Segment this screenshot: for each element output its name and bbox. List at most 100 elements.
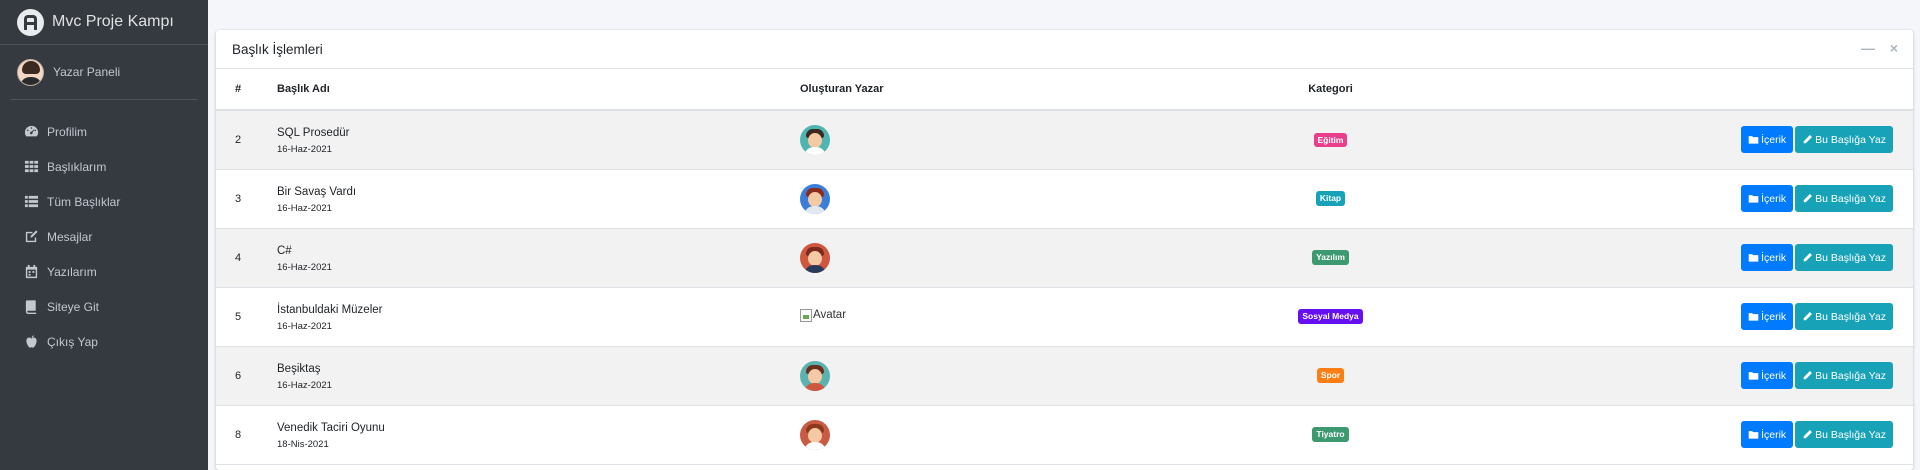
sidebar-item-label: Çıkış Yap — [47, 334, 98, 349]
folder-icon — [1748, 429, 1761, 440]
pencil-icon — [1802, 134, 1815, 145]
write-title-button-label: Bu Başlığa Yaz — [1815, 369, 1886, 382]
write-title-button[interactable]: Bu Başlığa Yaz — [1795, 421, 1893, 448]
row-title: Beşiktaş — [277, 362, 321, 375]
author-avatar — [800, 419, 830, 450]
pencil-icon — [1802, 370, 1815, 381]
card-title: Başlık İşlemleri — [232, 41, 323, 57]
sidebar-item-profilim[interactable]: Profilim — [0, 114, 208, 149]
content-button[interactable]: İçerik — [1741, 185, 1794, 212]
row-actions: İçerik Bu Başlığa Yaz — [1478, 169, 1913, 228]
brand-logo-icon — [17, 8, 44, 36]
sidebar-item-yazilarim[interactable]: Yazılarım — [0, 254, 208, 289]
card-tools: — × — [1861, 41, 1901, 55]
category-badge: Kitap — [1315, 191, 1346, 206]
minimize-icon[interactable]: — — [1861, 41, 1875, 55]
table-row: 8 Venedik Taciri Oyunu 18-Nis-2021 Tiyat… — [216, 405, 1913, 464]
row-id: 2 — [235, 133, 242, 146]
sidebar-item-mesajlar[interactable]: Mesajlar — [0, 219, 208, 254]
row-id: 8 — [235, 428, 242, 441]
row-id: 3 — [235, 192, 242, 205]
row-actions: İçerik Bu Başlığa Yaz — [1478, 346, 1913, 405]
write-title-button[interactable]: Bu Başlığa Yaz — [1795, 244, 1893, 271]
author-avatar-broken: Avatar — [800, 308, 847, 322]
content-button-label: İçerik — [1761, 133, 1787, 146]
author-avatar — [800, 124, 830, 155]
row-title: C# — [277, 244, 292, 257]
write-title-button[interactable]: Bu Başlığa Yaz — [1795, 303, 1893, 330]
content-button[interactable]: İçerik — [1741, 244, 1794, 271]
row-actions: İçerik Bu Başlığa Yaz — [1478, 110, 1913, 169]
row-actions: İçerik Bu Başlığa Yaz — [1478, 228, 1913, 287]
row-author-cell — [784, 169, 1183, 228]
header-category: Kategori — [1183, 69, 1478, 111]
write-title-button[interactable]: Bu Başlığa Yaz — [1795, 185, 1893, 212]
sidebar-item-cikis-yap[interactable]: Çıkış Yap — [0, 324, 208, 359]
row-title-cell: SQL Prosedür 16-Haz-2021 — [261, 110, 784, 169]
content-button[interactable]: İçerik — [1741, 421, 1794, 448]
row-author-cell — [784, 405, 1183, 464]
category-badge: Yazılım — [1312, 250, 1349, 265]
content-button[interactable]: İçerik — [1741, 126, 1794, 154]
folder-icon — [1748, 193, 1761, 204]
row-author-cell — [784, 110, 1183, 169]
write-title-button[interactable]: Bu Başlığa Yaz — [1795, 126, 1893, 154]
header-actions — [1478, 69, 1913, 111]
content-button[interactable]: İçerik — [1741, 303, 1794, 330]
row-date: 16-Haz-2021 — [277, 379, 332, 391]
user-panel[interactable]: Yazar Paneli — [10, 45, 198, 100]
book-icon — [24, 299, 39, 314]
header-num: # — [216, 69, 261, 111]
write-title-button[interactable]: Bu Başlığa Yaz — [1795, 362, 1893, 389]
folder-icon — [1748, 311, 1761, 322]
content-button-label: İçerik — [1761, 251, 1787, 264]
content-button-label: İçerik — [1761, 369, 1787, 382]
content-button[interactable]: İçerik — [1741, 362, 1794, 389]
table-row: 4 C# 16-Haz-2021 Yazılım İçerik Bu Başlığ… — [216, 228, 1913, 287]
calendar-icon — [24, 264, 39, 279]
pencil-icon — [1802, 252, 1815, 263]
category-badge: Eğitim — [1313, 132, 1348, 147]
author-avatar — [800, 242, 830, 273]
row-title-cell: C# 16-Haz-2021 — [261, 228, 784, 287]
sidebar-item-basliklarim[interactable]: Başlıklarım — [0, 149, 208, 184]
user-avatar — [17, 58, 44, 86]
row-category-cell: Sosyal Medya — [1183, 287, 1478, 346]
row-date: 18-Nis-2021 — [277, 438, 329, 450]
folder-icon — [1748, 134, 1761, 145]
row-title: Bir Savaş Vardı — [277, 185, 357, 198]
row-date: 16-Haz-2021 — [277, 202, 332, 214]
sidebar-nav: Profilim Başlıklarım Tüm Başlıklar Mesaj… — [0, 114, 208, 359]
row-title: İstanbuldaki Müzeler — [277, 303, 383, 316]
apple-icon — [24, 334, 39, 349]
row-title-cell: İstanbuldaki Müzeler 16-Haz-2021 — [261, 287, 784, 346]
sidebar-item-tum-basliklar[interactable]: Tüm Başlıklar — [0, 184, 208, 219]
grid-icon — [24, 159, 39, 174]
sidebar-item-label: Mesajlar — [47, 229, 93, 244]
author-avatar — [800, 183, 830, 214]
write-title-button-label: Bu Başlığa Yaz — [1815, 133, 1886, 146]
sidebar-item-label: Siteye Git — [47, 299, 100, 314]
category-badge: Tiyatro — [1312, 427, 1349, 442]
user-name: Yazar Paneli — [53, 65, 121, 79]
row-id: 6 — [235, 369, 242, 382]
row-title-cell: Venedik Taciri Oyunu 18-Nis-2021 — [261, 405, 784, 464]
author-avatar-alt: Avatar — [813, 309, 847, 321]
row-category-cell: Kitap — [1183, 169, 1478, 228]
close-icon[interactable]: × — [1887, 41, 1901, 55]
edit-icon — [24, 229, 39, 244]
write-title-button-label: Bu Başlığa Yaz — [1815, 251, 1886, 264]
folder-icon — [1748, 252, 1761, 263]
sidebar-item-siteye-git[interactable]: Siteye Git — [0, 289, 208, 324]
pencil-icon — [1802, 429, 1815, 440]
sidebar-item-label: Profilim — [47, 124, 88, 139]
row-category-cell: Eğitim — [1183, 110, 1478, 169]
row-category-cell: Tiyatro — [1183, 405, 1478, 464]
row-author-cell: Avatar — [784, 287, 1183, 346]
author-avatar — [800, 360, 830, 391]
table-row: 3 Bir Savaş Vardı 16-Haz-2021 Kitap İçer… — [216, 169, 1913, 228]
write-title-button-label: Bu Başlığa Yaz — [1815, 310, 1886, 323]
brand-link[interactable]: Mvc Proje Kampı — [0, 0, 208, 45]
header-title: Başlık Adı — [261, 69, 784, 111]
row-id: 5 — [235, 310, 242, 323]
